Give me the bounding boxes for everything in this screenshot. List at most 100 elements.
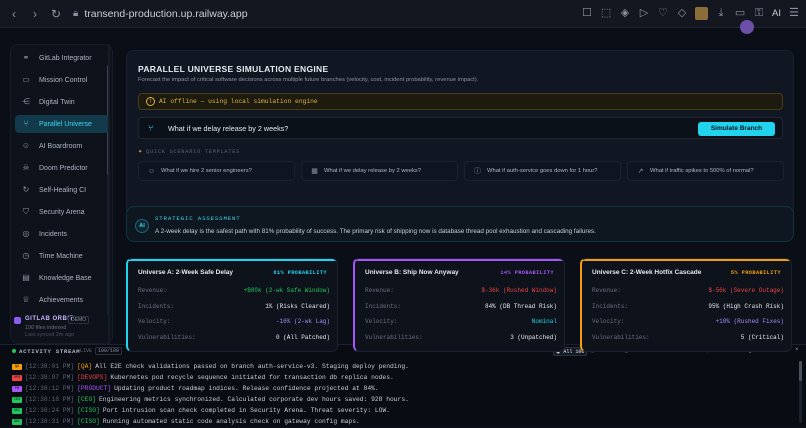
log-row: SEC [12:38:24 PM] [CISO] Port intrusion sca… <box>12 407 390 417</box>
universe-card[interactable]: Universe B: Ship Now Anyway 14% PROBABILI… <box>353 258 565 352</box>
gitlab-orbit-panel[interactable]: GITLAB ORBIT DEMO 100 files indexed Last… <box>10 314 113 344</box>
book-icon: ▤ <box>22 273 30 282</box>
sidebar-item-achievements[interactable]: ♕ Achievements <box>15 291 109 309</box>
sidebar-item-parallel-universe[interactable]: ⑂ Parallel Universe <box>15 115 109 133</box>
play-icon[interactable]: ▷ <box>638 6 650 20</box>
log-timestamp: [12:38:24 PM] <box>25 407 75 414</box>
scenario-input[interactable]: ⑂ What if we delay release by 2 weeks? S… <box>138 117 783 139</box>
log-source: [DEVOPS] <box>77 374 108 381</box>
screenshot-icon[interactable]: ⬚ <box>600 6 612 20</box>
back-icon[interactable]: ‹ <box>6 6 22 22</box>
trend-icon: ↗ <box>637 168 644 175</box>
pocket-icon[interactable]: ◈ <box>619 6 631 20</box>
gitlab-orbit-sync: Last synced 2m ago <box>25 332 75 338</box>
metric-key: Velocity: <box>138 318 171 325</box>
activity-stream: ACTIVITY STREAM LIVE 100/100 ⌕ × ◉ All 1… <box>0 344 806 426</box>
extension-icon[interactable]: ◇ <box>676 6 688 20</box>
sidebar-item-label: GitLab Integrator <box>39 54 92 62</box>
user-avatar[interactable] <box>740 20 754 34</box>
trophy-icon: ♕ <box>22 295 30 304</box>
metric-value: 95% (High Crash Risk) <box>708 302 784 310</box>
close-icon[interactable]: × <box>795 347 799 353</box>
log-row: SEC [12:38:31 PM] [CISO] Running automated … <box>12 418 360 428</box>
universe-card[interactable]: Universe C: 2-Week Hotfix Cascade 5% PROB… <box>580 258 792 352</box>
scenario-template-label: What if we hire 2 senior engineers? <box>161 168 252 174</box>
sidebar-item-doom-predictor[interactable]: ☠ Doom Predictor <box>15 159 109 177</box>
sidebar-item-knowledge-base[interactable]: ▤ Knowledge Base <box>15 269 109 287</box>
universe-accent-bar <box>128 259 337 261</box>
bookmark-icon[interactable]: ☐ <box>581 6 593 20</box>
metric-value: +$80k (2-wk Safe Window) <box>243 287 330 294</box>
universe-probability: 14% PROBABILITY <box>500 270 554 276</box>
scenario-template-label: What if we delay release by 2 weeks? <box>324 168 421 174</box>
sidebar-item-ai-boardroom[interactable]: ☺ AI Boardroom <box>15 137 109 155</box>
scenario-template[interactable]: ↗ What if traffic spikes to 500% of norma… <box>627 161 784 181</box>
url-bar[interactable]: transend-production.up.railway.app <box>84 8 247 20</box>
log-timestamp: [12:38:12 PM] <box>25 385 75 392</box>
log-message: Updating product roadmap indices. Releas… <box>114 385 379 392</box>
lock-icon: 🔒︎ <box>73 8 79 19</box>
profile-avatar[interactable] <box>695 6 709 20</box>
simulation-engine-card: PARALLEL UNIVERSE SIMULATION ENGINE Fore… <box>126 50 794 218</box>
gitlab-orbit-title: GITLAB ORBIT <box>25 316 74 322</box>
ai-badge: AI <box>135 219 149 233</box>
browser-toolbar: ‹ › ↻ 🔒︎ transend-production.up.railway.… <box>0 0 806 28</box>
lightbulb-icon: ✦ <box>138 149 144 155</box>
universe-card[interactable]: Universe A: 2-Week Safe Delay 81% PROBABI… <box>126 258 338 352</box>
clock-icon: ◷ <box>22 251 30 260</box>
forward-icon[interactable]: › <box>27 6 43 22</box>
heart-icon[interactable]: ♡ <box>657 6 669 20</box>
universe-probability: 81% PROBABILITY <box>273 270 327 276</box>
sidebar-item-incidents[interactable]: ◎ Incidents <box>15 225 109 243</box>
key-icon[interactable]: ⚿ <box>753 6 765 20</box>
sidebar-item-gitlab-integrator[interactable]: ⚭ GitLab Integrator <box>15 49 109 67</box>
activity-scroll-thumb[interactable] <box>799 361 802 381</box>
metric-value: +10% (Rushed Fixes) <box>715 318 784 325</box>
menu-icon[interactable]: ☰ <box>788 6 800 20</box>
universe-title: Universe B: Ship Now Anyway <box>365 269 459 276</box>
metric-value: 5 (Critical) <box>740 333 784 341</box>
reload-icon[interactable]: ↻ <box>48 6 64 22</box>
sidebar-item-time-machine[interactable]: ◷ Time Machine <box>15 247 109 265</box>
scenario-template[interactable]: ▦ What if we delay release by 2 weeks? <box>301 161 458 181</box>
universe-metric-row: Velocity: +10% (Rushed Fixes) <box>592 318 784 330</box>
metric-value: $-36k (Rushed Window) <box>481 287 557 294</box>
log-row: CEO [12:38:18 PM] [CEO] Engineering metrics… <box>12 396 409 406</box>
universe-metric-row: Revenue: +$80k (2-wk Safe Window) <box>138 287 330 299</box>
sidebar-item-mission-control[interactable]: ▭ Mission Control <box>15 71 109 89</box>
battery-icon: ▭ <box>734 7 746 19</box>
universe-metric-row: Incidents: 84% (DB Thread Risk) <box>365 303 557 315</box>
log-row: QA [12:38:01 PM] [QA] All E2E check validat… <box>12 363 409 373</box>
simulate-branch-button[interactable]: Simulate Branch <box>698 122 775 136</box>
log-source: [QA] <box>77 363 93 370</box>
gitlab-icon <box>14 317 21 324</box>
activity-title: ACTIVITY STREAM <box>19 348 81 355</box>
scenario-template[interactable]: ⓘ What if auth-service goes down for 1 ho… <box>464 161 621 181</box>
log-agent-badge: PM <box>12 386 22 392</box>
sidebar-item-self-healing-ci[interactable]: ↻ Self-Healing CI <box>15 181 109 199</box>
ai-assistant-button[interactable]: AI <box>772 8 781 19</box>
log-message: Port intrusion scan check completed in S… <box>102 407 390 414</box>
sidebar-item-label: Security Arena <box>39 208 85 216</box>
activity-scrollbar[interactable] <box>799 361 802 423</box>
sidebar-item-digital-twin[interactable]: ⋲ Digital Twin <box>15 93 109 111</box>
page-title: PARALLEL UNIVERSE SIMULATION ENGINE <box>138 64 329 74</box>
log-message: All E2E check validations passed on bran… <box>95 363 409 370</box>
gitlab-orbit-badge: DEMO <box>68 316 89 324</box>
metric-key: Incidents: <box>592 302 629 310</box>
scenario-template[interactable]: ☺ What if we hire 2 senior engineers? <box>138 161 295 181</box>
download-icon[interactable]: ⤓ <box>715 6 727 20</box>
live-indicator-icon <box>12 349 16 353</box>
sidebar-item-label: Doom Predictor <box>39 164 88 172</box>
scenario-input-value[interactable]: What if we delay release by 2 weeks? <box>168 124 288 133</box>
sidebar-item-label: AI Boardroom <box>39 142 83 150</box>
branch-icon: ⑂ <box>148 123 154 133</box>
sidebar-item-security-arena[interactable]: ⛉ Security Arena <box>15 203 109 221</box>
log-row: PM [12:38:12 PM] [PRODUCT] Updating product… <box>12 385 379 395</box>
universe-probability: 5% PROBABILITY <box>730 270 781 276</box>
sidebar-item-label: Achievements <box>39 296 83 304</box>
universe-metric-row: Vulnerabilities: 0 (All Patched) <box>138 334 330 346</box>
universe-metric-row: Revenue: $-56k (Severe Outage) <box>592 287 784 299</box>
metric-value: Nominal <box>531 318 557 325</box>
offline-banner: ! AI offline — using local simulation en… <box>138 93 783 110</box>
